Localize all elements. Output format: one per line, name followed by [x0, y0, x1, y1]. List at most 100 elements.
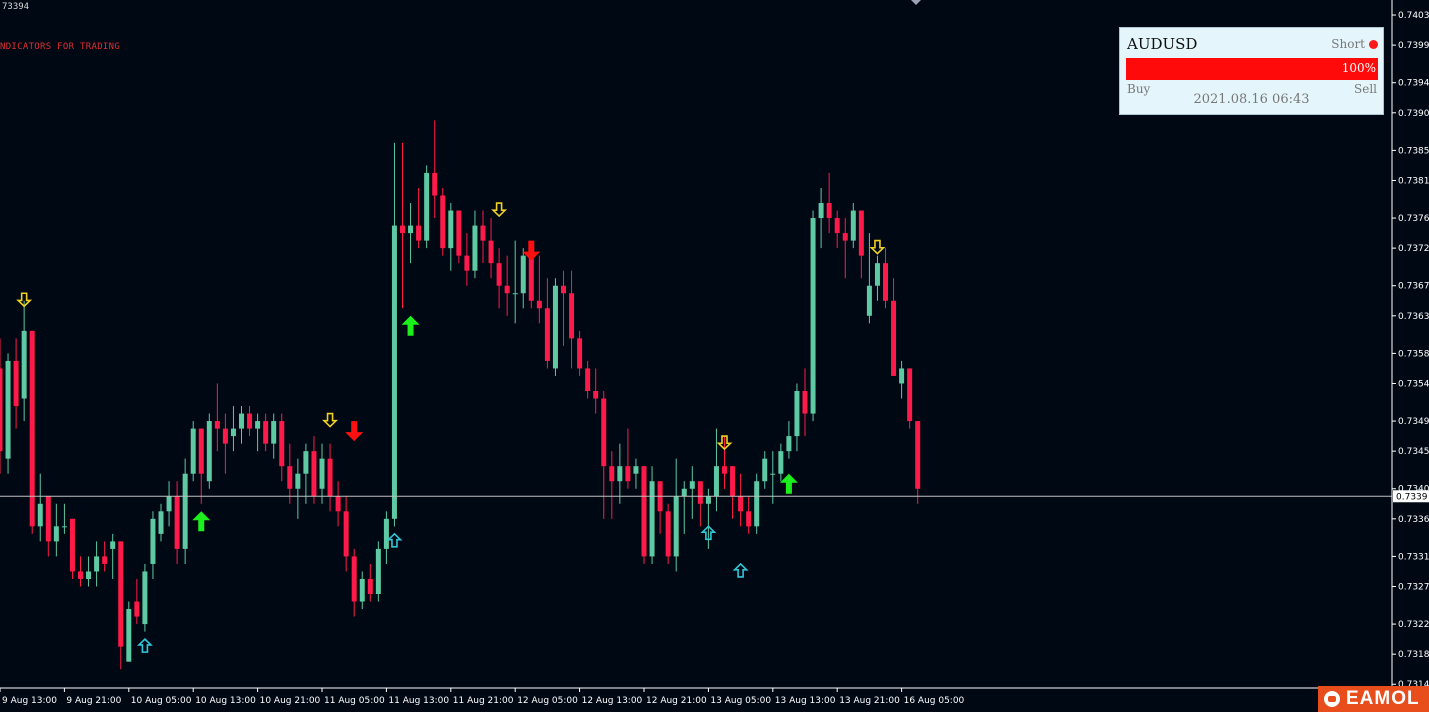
candle-body — [705, 496, 711, 504]
candle-body — [907, 368, 913, 422]
candle-body — [37, 503, 43, 527]
candle-body — [319, 458, 325, 489]
candle-body — [850, 210, 856, 241]
candle-body — [617, 466, 623, 482]
candle-body — [649, 481, 655, 557]
candle-body — [899, 368, 905, 384]
candle-body — [810, 218, 816, 414]
candle-body — [673, 496, 679, 557]
candle-body — [400, 225, 405, 234]
candle-body — [794, 390, 800, 437]
candle-body — [770, 473, 776, 475]
candle — [190, 421, 196, 482]
y-tick-label: 0.7336 — [1398, 515, 1429, 525]
candle-body — [391, 225, 397, 519]
strength-percent: 100% — [1341, 61, 1376, 75]
candle-body — [222, 428, 228, 444]
candle — [5, 353, 11, 474]
candle — [29, 330, 35, 534]
candle — [69, 518, 75, 579]
candle — [142, 563, 148, 632]
candle-body — [0, 368, 3, 452]
x-tick-label: 11 Aug 21:00 — [453, 696, 514, 706]
indicator-label: NDICATORS FOR TRADING — [0, 42, 121, 52]
candle-body — [29, 330, 35, 527]
candle-body — [689, 481, 695, 489]
y-tick-label: 0.7376 — [1398, 214, 1429, 224]
x-tick-label: 12 Aug 21:00 — [646, 696, 707, 706]
x-tick-label: 13 Aug 13:00 — [775, 696, 836, 706]
candle-body — [561, 285, 566, 294]
candle-body — [69, 518, 75, 572]
candle-body — [883, 263, 888, 301]
candle — [665, 503, 671, 564]
candle-body — [287, 466, 293, 489]
candle — [456, 210, 462, 264]
candle-body — [78, 571, 83, 579]
candle-body — [239, 413, 244, 429]
candle-body — [520, 255, 526, 294]
candle — [126, 601, 132, 662]
candle-body — [424, 172, 430, 241]
short-status-icon — [1369, 40, 1378, 49]
candle-body — [158, 511, 164, 534]
x-tick-label: 12 Aug 05:00 — [517, 696, 578, 706]
candle-body — [198, 428, 204, 474]
x-tick-label: 10 Aug 05:00 — [131, 696, 192, 706]
candle-body — [166, 496, 172, 512]
candle-body — [142, 571, 148, 625]
candle-body — [512, 293, 518, 295]
candle-body — [53, 526, 59, 542]
candle-body — [915, 421, 921, 489]
y-tick-label: 0.7349 — [1398, 417, 1429, 427]
candle-body — [174, 496, 180, 549]
candle-body — [230, 428, 236, 437]
direction-label: Short — [1331, 37, 1365, 51]
candle — [206, 413, 212, 489]
candle-body — [150, 518, 156, 564]
y-tick-label: 0.7394 — [1398, 79, 1429, 89]
candle-body — [182, 473, 188, 549]
robot-icon — [1324, 691, 1340, 707]
signal-panel: AUDUSD Short 100% Buy Sell 2021.08.16 06… — [1119, 27, 1384, 115]
candle — [552, 278, 558, 376]
candle — [641, 466, 647, 564]
candle-body — [190, 428, 196, 474]
candle-body — [504, 285, 510, 294]
candle-body — [601, 398, 607, 467]
candle-body — [641, 466, 647, 557]
candle-body — [738, 496, 744, 512]
brand-badge[interactable]: EAMOL — [1318, 686, 1429, 712]
candle-body — [279, 421, 285, 467]
x-tick-label: 10 Aug 21:00 — [260, 696, 321, 706]
y-tick-label: 0.7354 — [1398, 379, 1429, 389]
candle — [182, 458, 188, 564]
candle-body — [263, 421, 269, 444]
y-tick-label: 0.7363 — [1398, 312, 1429, 322]
candle-body — [786, 436, 792, 452]
candle-body — [633, 466, 639, 474]
candle-body — [874, 263, 880, 286]
candle-body — [375, 548, 381, 595]
candle-body — [464, 255, 470, 271]
candle-body — [327, 458, 333, 497]
y-tick-label: 0.7390 — [1398, 109, 1429, 119]
candle-body — [432, 172, 438, 196]
candle — [424, 165, 430, 249]
candle-body — [585, 368, 591, 391]
panel-timestamp: 2021.08.16 06:43 — [1193, 92, 1310, 107]
candle-body — [416, 225, 422, 241]
y-tick-label: 0.7385 — [1398, 146, 1429, 156]
candle-body — [61, 526, 67, 528]
candle-body — [488, 240, 494, 264]
candle-body — [746, 511, 752, 527]
x-tick-label: 10 Aug 13:00 — [195, 696, 256, 706]
candle-body — [351, 556, 357, 602]
y-tick-label: 0.7322 — [1398, 620, 1429, 630]
candle-body — [593, 390, 599, 399]
candle-body — [102, 556, 108, 564]
candle-body — [295, 473, 301, 489]
candle-body — [625, 466, 631, 482]
candle-body — [842, 233, 848, 241]
candle-body — [536, 300, 542, 309]
